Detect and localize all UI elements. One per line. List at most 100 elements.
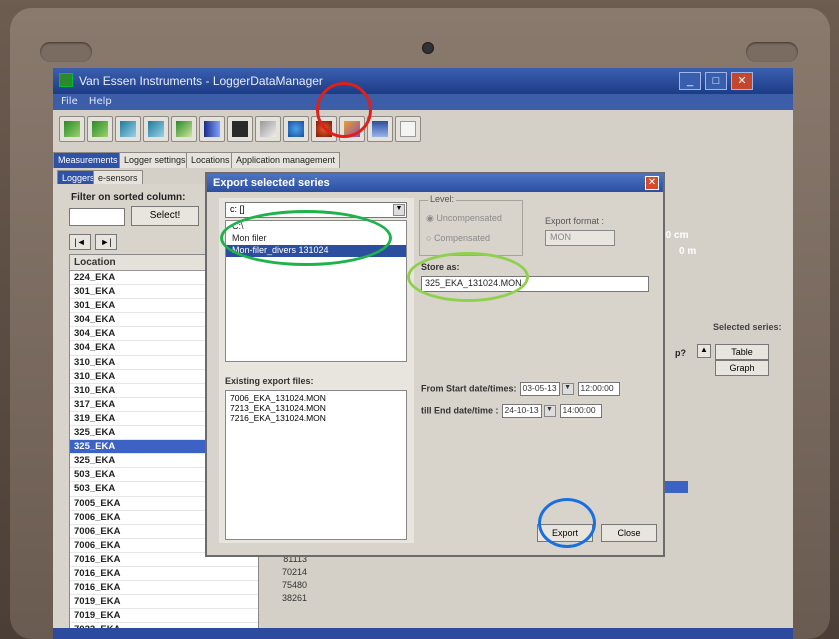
store-as-label: Store as: (421, 262, 460, 272)
value-m: 0 m (679, 246, 697, 257)
toolbar-button-2[interactable] (87, 116, 113, 142)
nav-first-button[interactable]: |◄ (69, 234, 91, 250)
file-item[interactable]: 7213_EKA_131024.MON (230, 403, 402, 413)
table-icon (372, 121, 388, 137)
toolbar-button-3[interactable] (115, 116, 141, 142)
menu-file[interactable]: File (61, 96, 78, 107)
webcam (422, 42, 434, 54)
dialog-close-icon[interactable]: ✕ (645, 176, 659, 190)
selected-series-label: Selected series: (713, 322, 782, 332)
toolbar-button-7[interactable] (227, 116, 253, 142)
export-icon (344, 121, 360, 137)
bezel-button-right (746, 42, 798, 62)
app-titlebar: Van Essen Instruments - LoggerDataManage… (53, 68, 793, 94)
tab-logger-settings[interactable]: Logger settings (119, 152, 191, 168)
export-options: Level: ◉ Uncompensated ○ Compensated Exp… (417, 194, 657, 543)
table-button[interactable]: Table (715, 344, 769, 360)
toolbar (53, 110, 793, 150)
app-logo-icon (59, 73, 73, 87)
end-date-input[interactable]: 24-10-13 (501, 404, 542, 418)
start-time-input[interactable]: 12:00:00 (577, 382, 620, 396)
directory-item[interactable]: Mon filer (226, 233, 406, 245)
start-date-row: From Start date/times: 03-05-13 ▼ 12:00:00 (421, 382, 620, 396)
toolbar-button-10[interactable] (311, 116, 337, 142)
chevron-down-icon[interactable]: ▼ (543, 405, 556, 417)
toolbar-button-8[interactable] (255, 116, 281, 142)
end-time-input[interactable]: 14:00:00 (559, 404, 602, 418)
select-button[interactable]: Select! (131, 206, 199, 226)
app-title: Van Essen Instruments - LoggerDataManage… (79, 74, 323, 88)
import-icon (64, 121, 80, 137)
menubar: File Help (53, 94, 793, 110)
chart-icon (120, 121, 136, 137)
close-button[interactable]: Close (601, 524, 657, 542)
count-cell: 75480 (281, 580, 307, 590)
location-row[interactable]: 7019_EKA (70, 609, 258, 624)
format-label: Export format : (545, 216, 605, 226)
file-item[interactable]: 7216_EKA_131024.MON (230, 413, 402, 423)
tab-locations[interactable]: Locations (186, 152, 235, 168)
nav-last-button[interactable]: ►| (95, 234, 117, 250)
screen: Van Essen Instruments - LoggerDataManage… (53, 68, 793, 639)
toolbar-button-4[interactable] (143, 116, 169, 142)
directory-item-selected[interactable]: Mon-filer_divers 131024 (226, 245, 406, 257)
filter-label: Filter on sorted column: (71, 192, 186, 203)
chevron-down-icon[interactable]: ▼ (561, 383, 574, 395)
help-text: p? (675, 348, 686, 358)
maximize-icon[interactable]: □ (705, 72, 727, 90)
count-column: 81113 70214 75480 38261 (251, 554, 321, 634)
minimize-icon[interactable]: _ (679, 72, 701, 90)
toolbar-button-1[interactable] (59, 116, 85, 142)
chart2-icon (148, 121, 164, 137)
menu-help[interactable]: Help (89, 96, 112, 107)
uncompensated-radio[interactable]: ◉ Uncompensated (426, 213, 502, 224)
dialog-title: Export selected series (207, 174, 663, 192)
start-label: From Start date/times: (421, 383, 517, 394)
end-date-row: till End date/time :24-10-13 ▼ 14:00:00 (421, 404, 602, 418)
toolbar-button-6[interactable] (199, 116, 225, 142)
laptop-frame: Van Essen Instruments - LoggerDataManage… (0, 0, 839, 639)
file-item[interactable]: 7006_EKA_131024.MON (230, 393, 402, 403)
barometer-icon (204, 121, 220, 137)
logger-icon (232, 121, 248, 137)
location-row[interactable]: 7019_EKA (70, 595, 258, 610)
start-date-input[interactable]: 03-05-13 (519, 382, 560, 396)
close-icon[interactable]: ✕ (731, 72, 753, 90)
connect-icon (316, 121, 332, 137)
level-label: Level: (428, 194, 457, 204)
toolbar-button-12[interactable] (367, 116, 393, 142)
existing-files-list: 7006_EKA_131024.MON 7213_EKA_131024.MON … (225, 390, 407, 540)
chevron-down-icon[interactable]: ▼ (393, 204, 405, 216)
end-label: till End date/time : (421, 405, 499, 416)
toolbar-button-13[interactable] (395, 116, 421, 142)
toolbar-button-5[interactable] (171, 116, 197, 142)
tab-measurements[interactable]: Measurements (53, 152, 123, 168)
import2-icon (92, 121, 108, 137)
drive-select[interactable]: c: [] ▼ (225, 202, 407, 218)
export-dialog: Export selected series ✕ c: [] ▼ C:\ Mon… (205, 172, 665, 557)
filter-input[interactable] (69, 208, 125, 226)
existing-files-label: Existing export files: (225, 376, 314, 386)
scroll-up-icon[interactable]: ▲ (697, 344, 711, 358)
tab-application-management[interactable]: Application management (231, 152, 341, 168)
directory-item[interactable]: C:\ (226, 221, 406, 233)
count-cell: 70214 (281, 567, 307, 577)
count-cell: 38261 (281, 593, 307, 603)
compensated-radio[interactable]: ○ Compensated (426, 233, 490, 243)
sensor-icon (288, 121, 304, 137)
graph-button[interactable]: Graph (715, 360, 769, 376)
main-tabs: Measurements Logger settings Locations A… (53, 150, 793, 168)
taskbar (53, 628, 793, 639)
chart3-icon (176, 121, 192, 137)
settings-icon (260, 121, 276, 137)
store-as-input[interactable]: 325_EKA_131024.MON (421, 276, 649, 292)
toolbar-button-9[interactable] (283, 116, 309, 142)
directory-list: C:\ Mon filer Mon-filer_divers 131024 (225, 220, 407, 362)
export-toolbar-button[interactable] (339, 116, 365, 142)
export-button[interactable]: Export (537, 524, 593, 542)
location-row[interactable]: 7016_EKA (70, 567, 258, 582)
level-group: Level: ◉ Uncompensated ○ Compensated (419, 194, 523, 256)
format-select[interactable]: MON (545, 230, 615, 246)
location-row[interactable]: 7016_EKA (70, 581, 258, 596)
folder-panel: c: [] ▼ C:\ Mon filer Mon-filer_divers 1… (219, 198, 414, 543)
